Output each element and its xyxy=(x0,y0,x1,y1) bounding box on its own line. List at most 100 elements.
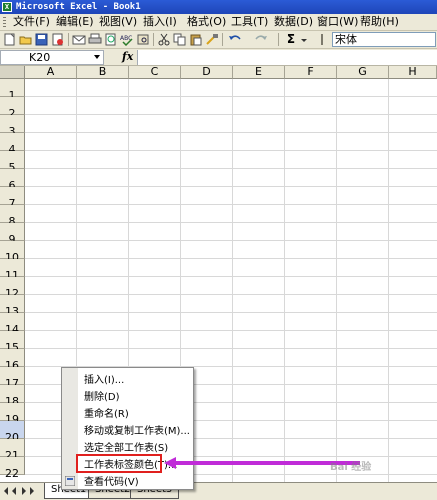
gridline xyxy=(336,79,337,482)
row-header-11[interactable]: 11 xyxy=(0,259,25,282)
row-header-8[interactable]: 8 xyxy=(0,205,25,228)
row-header-13[interactable]: 13 xyxy=(0,295,25,318)
highlight-box xyxy=(76,454,162,473)
gridline xyxy=(25,186,437,187)
row-header-19[interactable]: 19 xyxy=(0,403,25,426)
gridline xyxy=(25,96,437,97)
context-delete[interactable]: 删除(D) xyxy=(84,389,120,406)
gridline xyxy=(25,240,437,241)
row-header-6[interactable]: 6 xyxy=(0,169,25,192)
row-header-9[interactable]: 9 xyxy=(0,223,25,246)
gridline xyxy=(25,294,437,295)
menu-bar: 文件(F) 编辑(E) 视图(V) 插入(I) 格式(O) 工具(T) 数据(D… xyxy=(0,14,437,31)
column-header-g[interactable]: G xyxy=(337,66,389,79)
standard-toolbar: ABC Σ 宋体 xyxy=(0,31,437,49)
row-header-12[interactable]: 12 xyxy=(0,277,25,300)
gridline xyxy=(25,222,437,223)
gridline xyxy=(25,168,437,169)
permission-icon[interactable] xyxy=(51,33,65,46)
row-header-14[interactable]: 14 xyxy=(0,313,25,336)
row-header-22[interactable]: 22 xyxy=(0,457,25,480)
autosum-icon[interactable]: Σ xyxy=(284,33,298,46)
gridline xyxy=(25,348,437,349)
row-header-2[interactable]: 2 xyxy=(0,97,25,120)
first-sheet-icon[interactable] xyxy=(4,487,8,495)
print-preview-icon[interactable] xyxy=(104,33,118,46)
formula-input[interactable] xyxy=(137,50,437,65)
prev-sheet-icon[interactable] xyxy=(12,487,16,495)
column-header-e[interactable]: E xyxy=(233,66,285,79)
spelling-icon[interactable]: ABC xyxy=(120,33,134,47)
undo-icon[interactable] xyxy=(228,33,242,46)
row-header-1[interactable]: 1 xyxy=(0,79,25,102)
name-box[interactable]: K20 xyxy=(0,50,104,65)
row-header-18[interactable]: 18 xyxy=(0,385,25,408)
column-header-b[interactable]: B xyxy=(77,66,129,79)
row-header-4[interactable]: 4 xyxy=(0,133,25,156)
row-header-15[interactable]: 15 xyxy=(0,331,25,354)
title-bar: X Microsoft Excel - Book1 xyxy=(0,0,437,14)
cut-icon[interactable] xyxy=(157,33,171,46)
print-icon[interactable] xyxy=(88,33,102,46)
toolbar-separator xyxy=(153,33,154,46)
toolbar-separator xyxy=(222,33,223,46)
select-all-corner[interactable] xyxy=(0,66,25,79)
column-header-a[interactable]: A xyxy=(25,66,77,79)
context-view-code[interactable]: 查看代码(V) xyxy=(84,474,139,491)
menu-help[interactable]: 帮助(H) xyxy=(358,15,401,29)
chevron-down-icon[interactable] xyxy=(94,55,100,59)
gridline xyxy=(388,79,389,482)
view-code-icon xyxy=(64,475,76,487)
context-rename[interactable]: 重命名(R) xyxy=(84,406,129,423)
menu-insert[interactable]: 插入(I) xyxy=(141,15,179,29)
gridline xyxy=(232,79,233,482)
menu-window[interactable]: 窗口(W) xyxy=(315,15,360,29)
gridline xyxy=(25,330,437,331)
formula-bar: K20 fx xyxy=(0,49,437,66)
menu-edit[interactable]: 编辑(E) xyxy=(54,15,96,29)
new-icon[interactable] xyxy=(3,33,17,46)
menu-data[interactable]: 数据(D) xyxy=(272,15,315,29)
column-header-h[interactable]: H xyxy=(389,66,437,79)
fx-icon[interactable]: fx xyxy=(122,50,133,63)
format-painter-icon[interactable] xyxy=(205,33,219,46)
row-header-5[interactable]: 5 xyxy=(0,151,25,174)
row-header-17[interactable]: 17 xyxy=(0,367,25,390)
menu-format[interactable]: 格式(O) xyxy=(185,15,228,29)
redo-icon[interactable] xyxy=(254,33,268,46)
gridline xyxy=(284,79,285,482)
email-icon[interactable] xyxy=(72,33,86,46)
gridline xyxy=(25,312,437,313)
open-icon[interactable] xyxy=(19,33,33,46)
context-move-copy[interactable]: 移动或复制工作表(M)... xyxy=(84,423,190,440)
row-header-10[interactable]: 10 xyxy=(0,241,25,264)
menu-tools[interactable]: 工具(T) xyxy=(229,15,270,29)
copy-icon[interactable] xyxy=(173,33,187,46)
font-name-select[interactable]: 宋体 xyxy=(332,32,436,47)
window-title: Microsoft Excel - Book1 xyxy=(16,2,141,12)
menu-file[interactable]: 文件(F) xyxy=(11,15,52,29)
last-sheet-icon[interactable] xyxy=(30,487,34,495)
row-header-16[interactable]: 16 xyxy=(0,349,25,372)
row-header-3[interactable]: 3 xyxy=(0,115,25,138)
paste-icon[interactable] xyxy=(189,33,203,46)
row-header-21[interactable]: 21 xyxy=(0,439,25,462)
column-header-c[interactable]: C xyxy=(129,66,181,79)
menubar-grip[interactable] xyxy=(3,17,6,28)
watermark: Bai 经验 xyxy=(330,462,372,473)
gridline xyxy=(25,276,437,277)
next-sheet-icon[interactable] xyxy=(22,487,26,495)
research-icon[interactable] xyxy=(136,33,150,46)
gridline xyxy=(25,150,437,151)
row-header-7[interactable]: 7 xyxy=(0,187,25,210)
context-insert[interactable]: 插入(I)... xyxy=(84,372,124,389)
column-header-f[interactable]: F xyxy=(285,66,337,79)
save-icon[interactable] xyxy=(35,33,49,46)
menu-view[interactable]: 视图(V) xyxy=(97,15,139,29)
chevron-down-icon[interactable] xyxy=(300,33,308,46)
toolbar-grip-icon[interactable] xyxy=(318,33,326,46)
gridline xyxy=(25,132,437,133)
column-header-d[interactable]: D xyxy=(181,66,233,79)
gridline xyxy=(25,204,437,205)
row-header-20[interactable]: 20 xyxy=(0,421,25,444)
